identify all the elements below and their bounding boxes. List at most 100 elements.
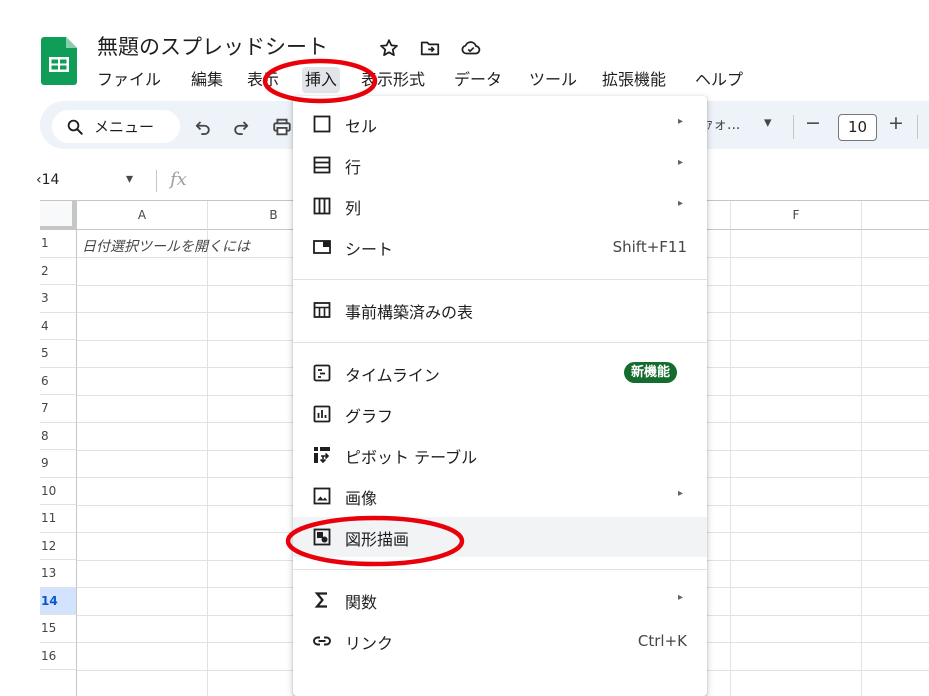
insert-cell-item[interactable]: セル ▸ (293, 104, 707, 144)
row-header[interactable]: 4 (40, 312, 77, 340)
row-header[interactable]: 2 (40, 257, 77, 285)
toolbar-separator (793, 115, 794, 139)
row-header[interactable]: 7 (40, 395, 77, 423)
insert-sheet-label: シート (345, 240, 394, 259)
gridline (207, 230, 208, 696)
image-icon (313, 487, 331, 505)
menu-view[interactable]: 表示 (247, 67, 279, 93)
insert-pivot-table-item[interactable]: ピボット テーブル (293, 435, 707, 475)
row-header[interactable]: 9 (40, 450, 77, 478)
insert-timeline-label: タイムライン (345, 366, 440, 385)
new-feature-badge: 新機能 (624, 362, 678, 383)
insert-function-item[interactable]: 関数 ▸ (293, 580, 707, 620)
insert-column-label: 列 (345, 199, 362, 218)
insert-row-label: 行 (345, 158, 362, 177)
menu-file[interactable]: ファイル (97, 67, 161, 93)
row-header[interactable]: 5 (40, 340, 77, 368)
timeline-icon (313, 364, 331, 382)
redo-icon[interactable] (231, 117, 251, 137)
move-to-folder-icon[interactable] (418, 37, 442, 59)
column-header-a[interactable]: A (77, 201, 208, 230)
insert-sheet-item[interactable]: シート Shift+F11 (293, 227, 707, 267)
sheets-logo[interactable] (41, 37, 77, 85)
insert-prebuilt-table-item[interactable]: 事前構築済みの表 (293, 290, 707, 330)
document-title[interactable]: 無題のスプレッドシート (97, 31, 328, 61)
menu-edit[interactable]: 編集 (191, 67, 223, 93)
print-icon[interactable] (271, 116, 293, 138)
insert-drawing-label: 図形描画 (345, 530, 410, 549)
shortcut-label: Ctrl+K (637, 632, 687, 650)
submenu-arrow-icon: ▸ (678, 157, 684, 168)
submenu-arrow-icon: ▸ (678, 116, 684, 127)
row-header[interactable]: 3 (40, 285, 77, 313)
row-header[interactable]: 11 (40, 505, 77, 533)
search-menus-button[interactable]: メニュー (52, 110, 180, 143)
insert-image-item[interactable]: 画像 ▸ (293, 476, 707, 516)
row-header[interactable]: 15 (40, 615, 77, 643)
font-dropdown-icon[interactable]: ▾ (764, 113, 772, 131)
column-header-f[interactable]: F (731, 201, 862, 230)
insert-pivot-table-label: ピボット テーブル (345, 448, 478, 467)
row-header[interactable] (40, 670, 77, 696)
row-header-selected[interactable]: 14 (40, 587, 77, 615)
insert-image-label: 画像 (345, 489, 378, 508)
cell-a1[interactable]: 日付選択ツールを開くには (82, 236, 250, 256)
decrease-font-size-button[interactable]: − (805, 112, 821, 134)
cell-icon (313, 115, 331, 133)
insert-row-item[interactable]: 行 ▸ (293, 145, 707, 185)
insert-drawing-item[interactable]: 図形描画 (293, 517, 707, 557)
insert-column-item[interactable]: 列 ▸ (293, 186, 707, 226)
row-header[interactable]: 1 (40, 230, 77, 258)
increase-font-size-button[interactable]: + (888, 112, 904, 134)
toolbar-separator (917, 115, 918, 139)
row-header[interactable]: 13 (40, 560, 77, 588)
sigma-icon (314, 592, 327, 608)
row-header[interactable]: 16 (40, 642, 77, 670)
submenu-arrow-icon: ▸ (678, 592, 684, 603)
undo-icon[interactable] (193, 117, 213, 137)
menu-tools[interactable]: ツール (529, 67, 577, 93)
search-icon (67, 119, 83, 135)
gridline (861, 230, 862, 696)
shortcut-label: Shift+F11 (612, 238, 687, 256)
chart-icon (313, 405, 331, 423)
drawing-icon (313, 528, 331, 546)
menu-divider (293, 342, 707, 343)
submenu-arrow-icon: ▸ (678, 198, 684, 209)
gridline (730, 230, 731, 696)
sheet-icon (313, 240, 331, 254)
submenu-arrow-icon: ▸ (678, 488, 684, 499)
font-size-input[interactable]: 10 (838, 114, 877, 141)
name-box[interactable]: ‹14 (36, 172, 59, 188)
insert-chart-item[interactable]: グラフ (293, 394, 707, 434)
fx-icon: fx (170, 169, 187, 190)
menu-data[interactable]: データ (454, 67, 502, 93)
insert-timeline-item[interactable]: タイムライン 新機能 (293, 353, 707, 393)
insert-link-item[interactable]: リンク Ctrl+K (293, 621, 707, 661)
menu-insert[interactable]: 挿入 (302, 67, 341, 93)
menu-divider (293, 569, 707, 570)
cloud-saved-icon[interactable] (459, 37, 483, 59)
prebuilt-table-icon (313, 302, 331, 318)
column-header-g[interactable] (862, 201, 929, 230)
column-header-e[interactable] (707, 201, 731, 230)
menu-help[interactable]: ヘルプ (695, 67, 743, 93)
row-header[interactable]: 12 (40, 532, 77, 560)
name-box-dropdown-icon[interactable]: ▾ (126, 171, 133, 187)
menu-extensions[interactable]: 拡張機能 (602, 67, 666, 93)
row-header[interactable]: 8 (40, 422, 77, 450)
insert-menu: セル ▸ 行 ▸ 列 ▸ シート Shift+F11 事前構築済みの表 タイムラ… (293, 96, 707, 696)
row-header[interactable]: 6 (40, 367, 77, 395)
pivot-table-icon (314, 447, 330, 464)
insert-prebuilt-table-label: 事前構築済みの表 (345, 303, 474, 322)
sheets-window: 無題のスプレッドシート ファイル 編集 表示 挿入 表示形式 データ ツール 拡… (0, 0, 929, 696)
row-icon (313, 156, 331, 174)
search-label: メニュー (94, 118, 155, 136)
insert-link-label: リンク (345, 634, 394, 653)
insert-function-label: 関数 (345, 593, 378, 612)
font-family-select[interactable]: ｧォ... (706, 114, 740, 134)
menu-format[interactable]: 表示形式 (361, 67, 425, 93)
insert-chart-label: グラフ (345, 407, 394, 426)
star-icon[interactable] (377, 37, 401, 59)
row-header[interactable]: 10 (40, 477, 77, 505)
